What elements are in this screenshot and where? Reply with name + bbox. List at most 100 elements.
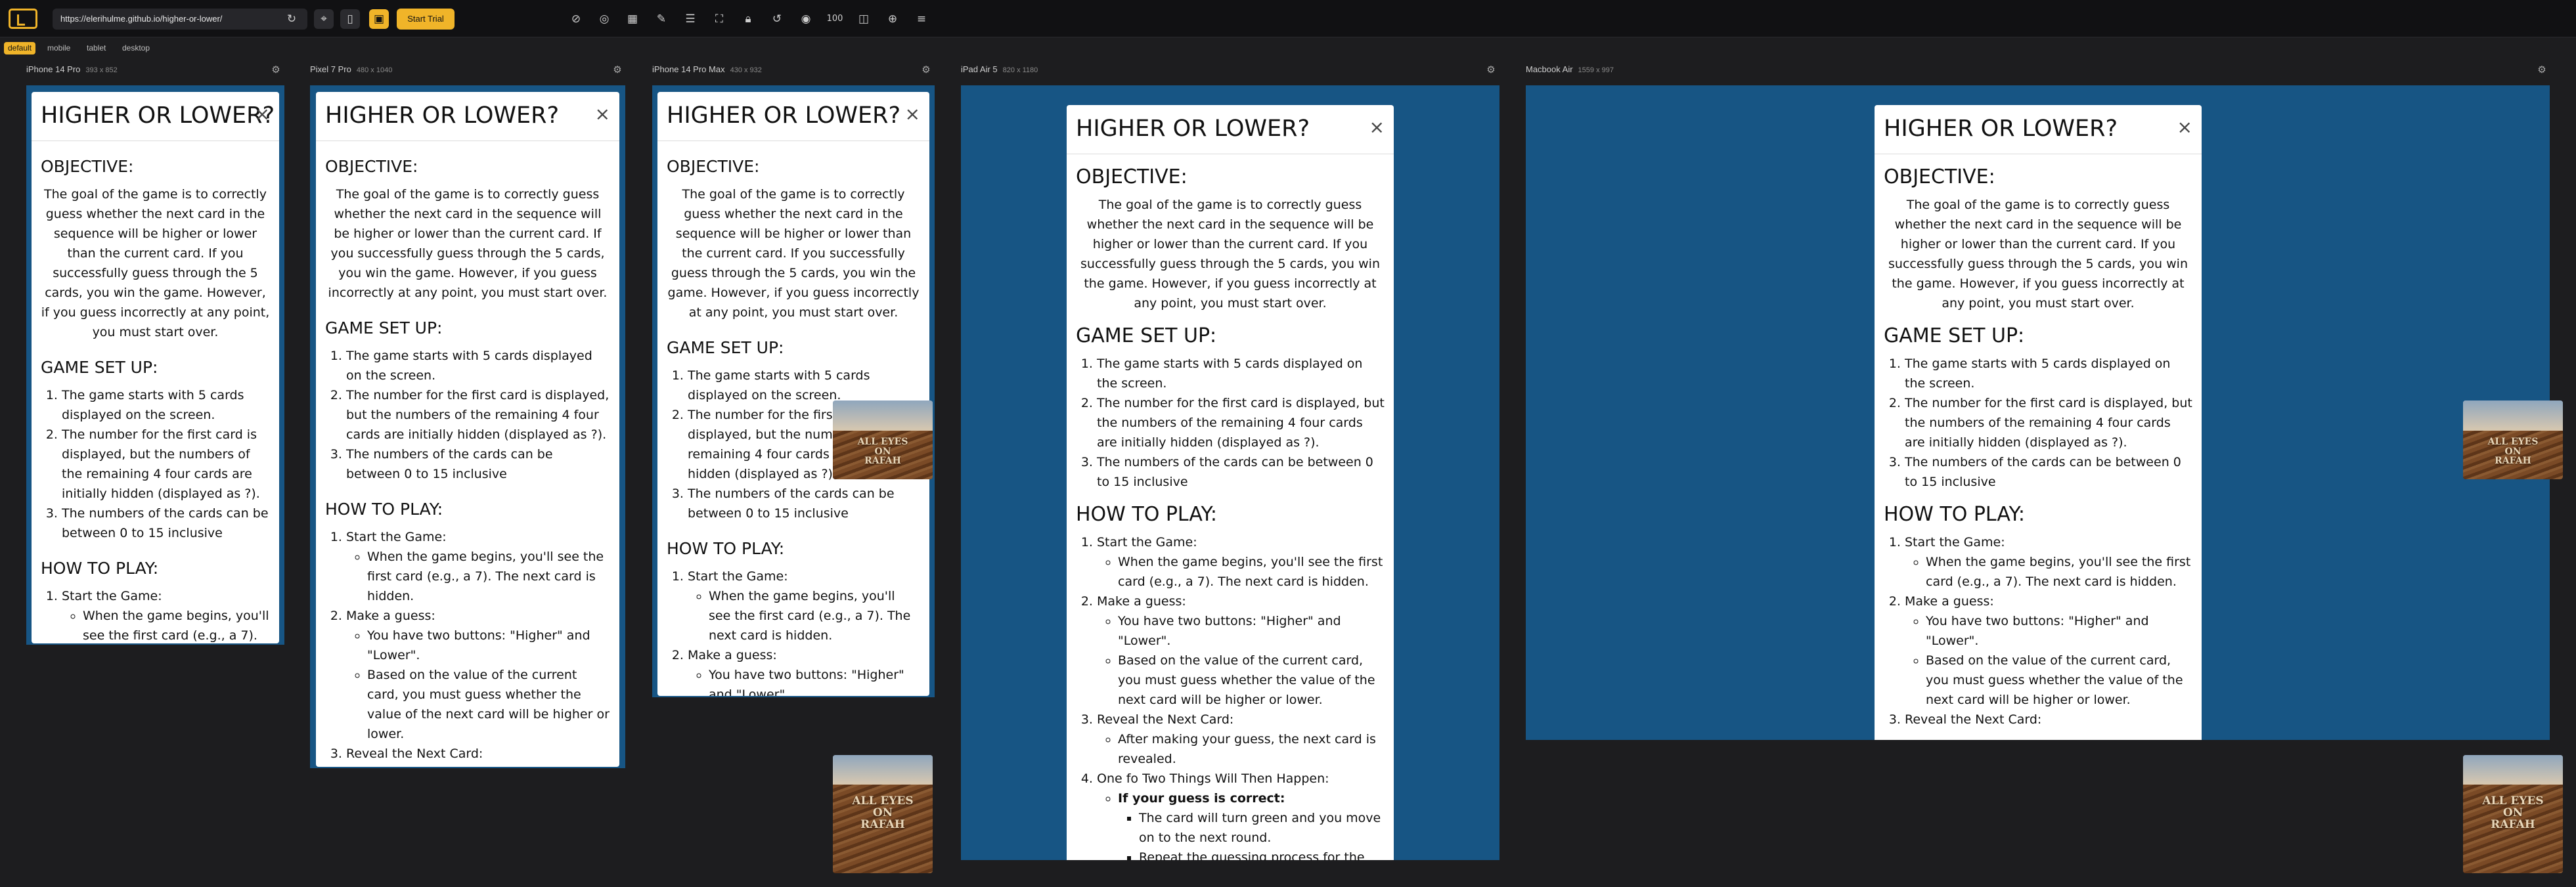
close-icon[interactable]: × [2177, 118, 2192, 137]
close-icon[interactable]: × [595, 105, 610, 123]
thumbnail-caption: ALL EYES ON RAFAH [2487, 437, 2539, 467]
list-item: The game starts with 5 cards displayed o… [1097, 354, 1385, 393]
thumbnail-caption: ALL EYES ON RAFAH [857, 437, 908, 467]
objective-text: The goal of the game is to correctly gue… [328, 187, 608, 300]
history-icon[interactable]: ↺ [767, 9, 787, 29]
zoom-level[interactable]: 100 [825, 9, 845, 29]
list-item: Start the Game: When the game begins, yo… [1097, 532, 1385, 592]
list-item: Start the Game: When the game begins, yo… [346, 527, 610, 606]
list-item: The number for the first card is display… [346, 385, 610, 444]
palette-icon[interactable]: ◎ [594, 9, 614, 29]
list-item: Start the Game: When the game begins, yo… [688, 567, 920, 645]
list-item: If your guess is correct: The card will … [1118, 789, 1385, 860]
setup-list: The game starts with 5 cards displayed o… [41, 385, 270, 543]
gear-icon[interactable]: ⚙ [1485, 64, 1497, 76]
close-icon[interactable]: × [905, 105, 920, 123]
gear-icon[interactable]: ⚙ [2536, 64, 2548, 76]
floating-image-thumbnail[interactable]: ALL EYES ON RAFAH [833, 755, 933, 873]
close-icon[interactable]: × [1369, 118, 1385, 137]
list-item: Reveal the Next Card: [1905, 710, 2192, 729]
modal-header: HIGHER OR LOWER? × [32, 92, 279, 141]
list-item: The game starts with 5 cards displayed o… [1905, 354, 2192, 393]
rules-modal: HIGHER OR LOWER? × OBJECTIVE: The goal o… [1067, 105, 1394, 860]
cursor-icon[interactable]: ⌖ [314, 9, 334, 29]
device-dims: 480 x 1040 [356, 66, 393, 74]
device-header-ipadair5: iPad Air 5 820 x 1180 [961, 63, 1038, 76]
gear-icon[interactable]: ⚙ [270, 64, 282, 76]
tab-default[interactable]: default [4, 42, 36, 54]
compass-icon[interactable]: ⊕ [883, 9, 902, 29]
gear-icon[interactable]: ⚙ [611, 64, 623, 76]
tab-desktop[interactable]: desktop [118, 42, 154, 54]
objective-heading: OBJECTIVE: [1884, 165, 1995, 188]
step-label: Make a guess: [1097, 594, 1186, 609]
howto-heading: HOW TO PLAY: [1884, 503, 2025, 526]
fullscreen-icon[interactable]: ⛶ [709, 9, 729, 29]
list-item: One fo Two Things Will Then Happen: If y… [1097, 769, 1385, 860]
viewport-pixel7pro: HIGHER OR LOWER? × OBJECTIVE: The goal o… [310, 85, 625, 768]
viewport-macbookair: HIGHER OR LOWER? × OBJECTIVE: The goal o… [1526, 85, 2550, 740]
tab-mobile[interactable]: mobile [43, 42, 74, 54]
url-field[interactable]: https://elerihulme.github.io/higher-or-l… [53, 9, 307, 30]
device-name: iPad Air 5 [961, 64, 998, 74]
setup-heading: GAME SET UP: [1884, 324, 2025, 347]
viewport-iphone14promax: HIGHER OR LOWER? × OBJECTIVE: The goal o… [652, 85, 935, 697]
list-item: You have two buttons: "Higher" and "Lowe… [1118, 611, 1385, 651]
gear-icon[interactable]: ⚙ [920, 64, 932, 76]
list-icon[interactable]: ☰ [680, 9, 700, 29]
start-trial-button[interactable]: Start Trial [397, 9, 455, 30]
thumbnail-caption: ALL EYES ON RAFAH [2482, 794, 2544, 831]
list-item: The number for the first card is display… [1097, 393, 1385, 452]
ruler-icon[interactable]: ✎ [652, 9, 671, 29]
lock-icon[interactable]: 🔒︎ [738, 9, 758, 29]
tab-tablet[interactable]: tablet [83, 42, 110, 54]
howto-heading: HOW TO PLAY: [325, 500, 443, 519]
setup-heading: GAME SET UP: [667, 338, 784, 357]
list-item: The numbers of the cards can be between … [688, 484, 920, 523]
floating-image-thumbnail[interactable]: ALL EYES ON RAFAH [2463, 755, 2563, 873]
list-item: Repeat the guessing process for the new [1139, 848, 1385, 860]
devices-icon[interactable]: ▣ [369, 9, 389, 29]
list-item: Make a guess: You have two buttons: "Hig… [1905, 592, 2192, 710]
grid-icon[interactable]: ▦ [623, 9, 642, 29]
device-dims: 393 x 852 [85, 66, 118, 74]
floating-image-thumbnail[interactable]: ALL EYES ON RAFAH [2463, 400, 2563, 479]
floating-image-thumbnail[interactable]: ALL EYES ON RAFAH [833, 400, 933, 479]
list-item: You have two buttons: "Higher" and "Lowe… [709, 665, 920, 696]
list-item: The numbers of the cards can be between … [1905, 452, 2192, 492]
list-item: Make a guess: You have two buttons: "Hig… [688, 645, 920, 696]
list-item: After making your guess, the next card i… [367, 764, 610, 767]
app-logo[interactable] [9, 9, 37, 29]
split-icon[interactable]: ◫ [854, 9, 874, 29]
list-item: Start the Game: When the game begins, yo… [62, 586, 270, 643]
list-item: Based on the value of the current card, … [1926, 651, 2192, 710]
sync-icon[interactable]: ⊘ [566, 9, 586, 29]
mobile-icon[interactable]: ▯ [340, 9, 360, 29]
reload-icon[interactable]: ↻ [282, 9, 301, 29]
setup-list: The game starts with 5 cards displayed o… [1884, 354, 2192, 492]
modal-title: HIGHER OR LOWER? [667, 102, 901, 129]
setup-list: The game starts with 5 cards displayed o… [1076, 354, 1385, 492]
modal-header: HIGHER OR LOWER? × [1875, 105, 2202, 154]
list-item: The game starts with 5 cards displayed o… [62, 385, 270, 425]
list-item: The game starts with 5 cards displayed o… [688, 366, 920, 405]
modal-body: OBJECTIVE: The goal of the game is to co… [316, 157, 619, 767]
step-label: Reveal the Next Card: [1905, 712, 2042, 727]
list-item: Reveal the Next Card: After making your … [1097, 710, 1385, 769]
close-icon[interactable]: × [255, 105, 270, 123]
objective-text: The goal of the game is to correctly gue… [1080, 198, 1380, 311]
menu-icon[interactable]: ≡ [912, 9, 931, 29]
objective-text: The goal of the game is to correctly gue… [41, 187, 270, 339]
list-item: Based on the value of the current card, … [367, 665, 610, 744]
device-header-macbookair: Macbook Air 1559 x 997 [1526, 63, 1614, 76]
modal-body: OBJECTIVE: The goal of the game is to co… [32, 157, 279, 643]
camera-icon[interactable]: ◉ [796, 9, 816, 29]
device-name: Pixel 7 Pro [310, 64, 351, 74]
step-label: Start the Game: [346, 530, 447, 544]
steps-list: Start the Game: When the game begins, yo… [325, 527, 610, 767]
list-item: Start the Game: When the game begins, yo… [1905, 532, 2192, 592]
correct-label: If your guess is correct: [1118, 791, 1285, 806]
viewport-iphone14pro: HIGHER OR LOWER? × OBJECTIVE: The goal o… [26, 85, 284, 645]
setup-heading: GAME SET UP: [325, 318, 443, 337]
list-item: The card will turn green and you move on… [1139, 808, 1385, 848]
